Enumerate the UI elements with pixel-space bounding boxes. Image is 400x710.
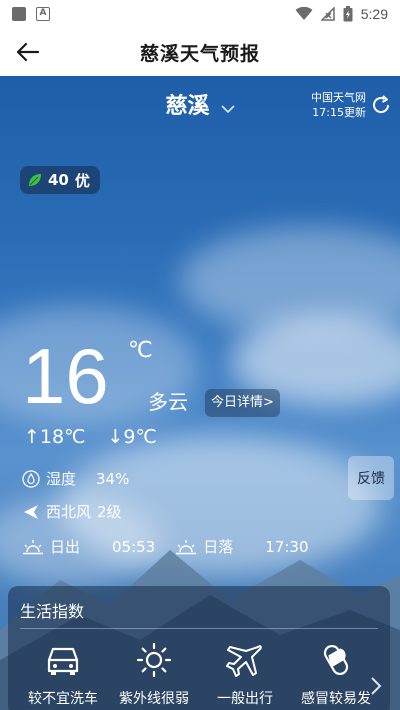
- sunrise-icon: [23, 539, 43, 554]
- feedback-button[interactable]: 反馈: [348, 456, 394, 500]
- app-bar: 慈溪天气预报: [0, 28, 400, 76]
- sunrise-label: 日出: [50, 538, 81, 556]
- humidity-label: 湿度: [46, 470, 77, 488]
- life-item-label: 紫外线很弱: [119, 691, 189, 707]
- wind-row: 西北风 2级: [22, 501, 122, 522]
- sun-row: 日出 05:53 日落 17:30: [22, 536, 309, 557]
- update-time: 17:15更新: [312, 106, 366, 119]
- temperature-unit: ℃: [128, 338, 153, 363]
- status-time: 5:29: [360, 6, 388, 22]
- today-detail-button[interactable]: 今日详情>: [205, 389, 280, 417]
- arrow-left-icon: [16, 42, 40, 62]
- sunset-icon: [176, 539, 197, 554]
- app-notification-icon: A: [36, 7, 50, 21]
- divider: [20, 628, 378, 629]
- back-button[interactable]: [12, 38, 44, 66]
- wind-label: 西北风: [46, 503, 92, 521]
- notification-icon: [12, 7, 26, 21]
- wind-direction-icon: [24, 504, 38, 519]
- sun-icon: [136, 642, 172, 678]
- battery-icon: [343, 6, 353, 22]
- humidity-value: 34%: [96, 469, 130, 488]
- life-index-panel: 生活指数 较不宜洗车 紫外线很弱 一般出行 感冒较易发: [8, 586, 390, 710]
- wind-value: 2级: [97, 503, 122, 521]
- humidity-icon: [22, 469, 40, 488]
- current-temperature: 16: [22, 332, 109, 420]
- life-item-label: 一般出行: [217, 691, 273, 707]
- source-name: 中国天气网: [311, 91, 366, 104]
- weather-panel: 慈溪 中国天气网 17:15更新 40 优 16 ℃ 多云 今日详情> ↑18℃…: [0, 76, 400, 710]
- pill-icon: [323, 644, 349, 676]
- chevron-down-icon: [220, 104, 235, 113]
- airplane-icon: [226, 645, 262, 677]
- car-icon: [47, 647, 79, 675]
- status-bar: A 5:29: [0, 0, 400, 28]
- aqi-level: 优: [74, 171, 90, 190]
- high-low-temperature: ↑18℃ ↓9℃: [24, 426, 157, 448]
- sunrise-value: 05:53: [112, 537, 156, 556]
- aqi-badge[interactable]: 40 优: [20, 166, 100, 194]
- aqi-value: 40: [48, 171, 69, 189]
- chevron-right-icon[interactable]: [368, 674, 384, 698]
- data-source: 中国天气网 17:15更新: [311, 90, 366, 120]
- sunset-value: 17:30: [265, 537, 309, 556]
- leaf-icon: [29, 174, 41, 186]
- life-item-travel[interactable]: 一般出行: [200, 642, 290, 708]
- signal-icon: [320, 7, 335, 21]
- wifi-icon: [295, 7, 313, 20]
- high-temperature: ↑18℃: [24, 426, 86, 448]
- life-index-title: 生活指数: [20, 602, 85, 621]
- life-item-label: 较不宜洗车: [28, 691, 98, 707]
- humidity-row: 湿度 34%: [22, 468, 129, 489]
- life-item-uv[interactable]: 紫外线很弱: [109, 642, 199, 708]
- refresh-icon[interactable]: [370, 94, 392, 116]
- life-item-car-wash[interactable]: 较不宜洗车: [18, 642, 108, 708]
- low-temperature: ↓9℃: [107, 426, 157, 448]
- weather-condition: 多云: [148, 390, 188, 414]
- sunset-label: 日落: [203, 538, 234, 556]
- page-title: 慈溪天气预报: [139, 42, 260, 65]
- city-name: 慈溪: [165, 94, 210, 119]
